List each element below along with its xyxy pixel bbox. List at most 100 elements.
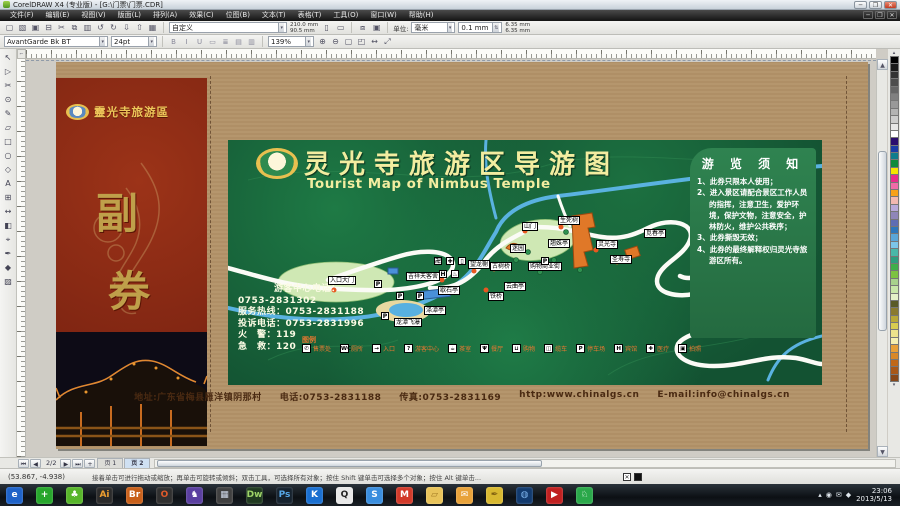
horizontal-scroll-thumb[interactable]: [157, 460, 542, 467]
tray-icon[interactable]: ✉: [836, 491, 842, 499]
cut-button[interactable]: ✂: [56, 22, 67, 33]
zoom-level-combo[interactable]: 139%▾: [268, 36, 314, 47]
all-pages-button[interactable]: ⧈: [357, 22, 368, 33]
taskbar-app-kugou[interactable]: K: [306, 487, 323, 504]
alignment-button[interactable]: ≣: [220, 36, 231, 47]
outline-pen-tool[interactable]: ✒: [2, 247, 15, 260]
fill-tool[interactable]: ◆: [2, 261, 15, 274]
polygon-tool[interactable]: ◇: [2, 163, 15, 176]
font-size-combo[interactable]: 24pt▾: [111, 36, 157, 47]
single-page-view-button[interactable]: ▤: [233, 36, 244, 47]
nudge-stepper[interactable]: 0.1 mm⇅: [458, 22, 502, 33]
taskbar-app-sogou[interactable]: S: [366, 487, 383, 504]
taskbar-app-illustrator[interactable]: Ai: [96, 487, 113, 504]
menu-item[interactable]: 文本(T): [256, 10, 292, 21]
drawing-canvas[interactable]: 靈光寺旅游區 副 券: [26, 59, 876, 457]
blend-tool[interactable]: ◧: [2, 219, 15, 232]
taskbar-app-dreamweaver[interactable]: Dw: [246, 487, 263, 504]
vertical-scrollbar[interactable]: ▲ ▼: [876, 59, 887, 457]
taskbar-app-folder[interactable]: ▱: [426, 487, 443, 504]
taskbar-app-office[interactable]: O: [156, 487, 173, 504]
taskbar-app-window[interactable]: ▦: [216, 487, 233, 504]
current-page-button[interactable]: ▣: [371, 22, 382, 33]
interactive-fill-tool[interactable]: ▨: [2, 275, 15, 288]
zoom-in-button[interactable]: ⊕: [317, 36, 328, 47]
menu-item[interactable]: 版面(L): [112, 10, 147, 21]
dimension-tool[interactable]: ↔: [2, 205, 15, 218]
bold-button[interactable]: B: [168, 36, 179, 47]
crop-tool[interactable]: ✂: [2, 79, 15, 92]
taskbar-app-ie[interactable]: e: [6, 487, 23, 504]
taskbar-app-bridge[interactable]: Br: [126, 487, 143, 504]
menu-item[interactable]: 窗口(W): [364, 10, 402, 21]
first-page-button[interactable]: ⏮: [18, 459, 29, 468]
table-tool[interactable]: ⊞: [2, 191, 15, 204]
app-launcher-button[interactable]: ▦: [147, 22, 158, 33]
portrait-button[interactable]: ▯: [321, 22, 332, 33]
save-button[interactable]: ▣: [30, 22, 41, 33]
zoom-width-button[interactable]: ↔: [369, 36, 380, 47]
horizontal-ruler[interactable]: [26, 49, 876, 59]
duplicate-distance[interactable]: 6.35 mm 6.35 mm: [505, 22, 530, 34]
taskbar-app-globe[interactable]: ◍: [516, 487, 533, 504]
underline-button[interactable]: U: [194, 36, 205, 47]
menu-item[interactable]: 表格(T): [292, 10, 328, 21]
title-bar[interactable]: CorelDRAW X4 (专业版) - [G:\门票\门票.CDR] ─ ❐ …: [0, 0, 900, 10]
menu-item[interactable]: 视图(V): [75, 10, 111, 21]
vertical-ruler[interactable]: [17, 59, 26, 457]
import-button[interactable]: ⇩: [121, 22, 132, 33]
pick-tool[interactable]: ↖: [2, 51, 15, 64]
scroll-down-icon[interactable]: ▼: [877, 446, 888, 457]
taskbar-app-green-plus[interactable]: +: [36, 487, 53, 504]
add-page-button[interactable]: +: [84, 459, 95, 468]
taskbar-app-photoshop[interactable]: Ps: [276, 487, 293, 504]
doc-close-button[interactable]: ✕: [887, 11, 897, 19]
scroll-up-icon[interactable]: ▲: [877, 59, 888, 70]
last-page-button[interactable]: ⏭: [72, 459, 83, 468]
print-button[interactable]: ⊟: [43, 22, 54, 33]
landscape-button[interactable]: ▭: [335, 22, 346, 33]
zoom-out-button[interactable]: ⊖: [330, 36, 341, 47]
zoom-page-button[interactable]: ◰: [356, 36, 367, 47]
new-button[interactable]: ▢: [4, 22, 15, 33]
menu-item[interactable]: 效果(C): [183, 10, 219, 21]
units-combo[interactable]: 毫米▾: [411, 22, 455, 33]
page-tab[interactable]: 页 2: [124, 458, 150, 468]
tray-icon[interactable]: ◆: [846, 491, 851, 499]
facing-page-view-button[interactable]: ▥: [246, 36, 257, 47]
ruler-origin[interactable]: ⌐: [17, 49, 26, 59]
close-button[interactable]: ✕: [884, 1, 897, 9]
smart-fill-tool[interactable]: ▱: [2, 121, 15, 134]
zoom-tool[interactable]: ⊙: [2, 93, 15, 106]
menu-item[interactable]: 帮助(H): [403, 10, 440, 21]
taskbar-app-coreldraw[interactable]: ♣: [66, 487, 83, 504]
export-button[interactable]: ⇧: [134, 22, 145, 33]
tray-icon[interactable]: ◉: [826, 491, 832, 499]
ticket-page[interactable]: 靈光寺旅游區 副 券: [56, 62, 868, 449]
shape-tool[interactable]: ▷: [2, 65, 15, 78]
taskbar-app-wangwang[interactable]: ♘: [576, 487, 593, 504]
taskbar-app-qq[interactable]: Q: [336, 487, 353, 504]
eyedropper-tool[interactable]: ⌖: [2, 233, 15, 246]
doc-restore-button[interactable]: ❐: [875, 11, 885, 19]
taskbar-app-player[interactable]: ▶: [546, 487, 563, 504]
prev-page-button[interactable]: ◀: [30, 459, 41, 468]
zoom-height-button[interactable]: ⤢: [382, 36, 393, 47]
palette-swatch[interactable]: [890, 374, 899, 382]
menu-item[interactable]: 位图(B): [220, 10, 256, 21]
font-name-combo[interactable]: AvantGarde Bk BT▾: [4, 36, 108, 47]
taskbar-app-m[interactable]: M: [396, 487, 413, 504]
taskbar-app-feather[interactable]: ✒: [486, 487, 503, 504]
text-frame-button[interactable]: ▭: [207, 36, 218, 47]
undo-button[interactable]: ↺: [95, 22, 106, 33]
palette-scroll-down-icon[interactable]: ▾: [890, 382, 899, 389]
tourist-map-panel[interactable]: 灵光寺旅游区导游图 Tourist Map of Nimbus Temple 游…: [228, 140, 822, 385]
zoom-selected-button[interactable]: ▢: [343, 36, 354, 47]
page-dimensions[interactable]: 210.0 mm 90.5 mm: [290, 22, 318, 34]
open-button[interactable]: ▧: [17, 22, 28, 33]
tray-icon[interactable]: ▴: [818, 491, 822, 499]
redo-button[interactable]: ↻: [108, 22, 119, 33]
vertical-scroll-thumb[interactable]: [878, 151, 887, 331]
doc-minimize-button[interactable]: ─: [863, 11, 873, 19]
text-tool[interactable]: A: [2, 177, 15, 190]
